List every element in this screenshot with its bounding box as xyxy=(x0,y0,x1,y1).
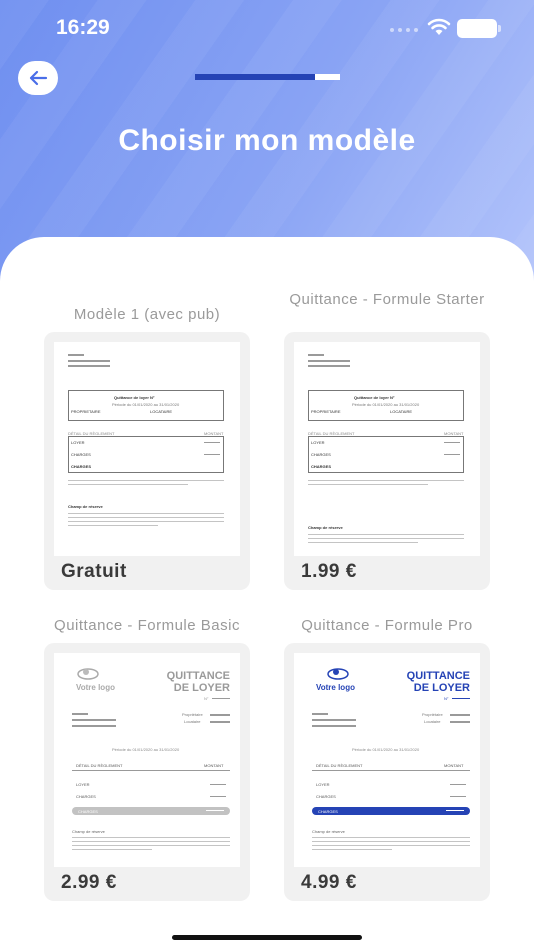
model-card-pro[interactable]: Votre logo QUITTANCE DE LOYER N° Propriét… xyxy=(284,643,490,901)
model-title-2: Quittance - Formule Starter xyxy=(289,291,485,308)
status-time: 16:29 xyxy=(56,16,110,39)
logo-placeholder-icon xyxy=(77,668,99,680)
wifi-icon xyxy=(427,18,451,35)
arrow-left-icon xyxy=(29,70,48,86)
model-preview-3: Votre logo QUITTANCE DE LOYER N° Propriét… xyxy=(54,653,240,867)
model-title-4: Quittance - Formule Pro xyxy=(301,617,473,634)
page-title: Choisir mon modèle xyxy=(118,124,416,157)
model-title-3: Quittance - Formule Basic xyxy=(54,617,240,634)
step-progress-bar xyxy=(195,74,340,80)
model-preview-2: Quittance de loyer N° Période du 01/01/2… xyxy=(294,342,480,556)
back-button[interactable] xyxy=(18,61,58,95)
cellular-signal-icon xyxy=(390,28,418,32)
model-price-4: 4.99 € xyxy=(301,872,357,893)
model-price-1: Gratuit xyxy=(61,561,127,582)
model-price-3: 2.99 € xyxy=(61,872,117,893)
model-preview-4: Votre logo QUITTANCE DE LOYER N° Propriét… xyxy=(294,653,480,867)
model-price-2: 1.99 € xyxy=(301,561,357,582)
model-preview-1: Quittance de loyer N° Période du 01/01/2… xyxy=(54,342,240,556)
battery-icon xyxy=(457,19,501,38)
logo-placeholder-icon xyxy=(327,668,349,680)
status-bar: 16:29 xyxy=(0,0,534,56)
model-card-starter[interactable]: Quittance de loyer N° Période du 01/01/2… xyxy=(284,332,490,590)
content-sheet: Modèle 1 (avec pub) Quittance de loyer N… xyxy=(0,237,534,950)
home-indicator xyxy=(172,935,362,940)
model-title-1: Modèle 1 (avec pub) xyxy=(73,306,221,323)
model-card-free[interactable]: Quittance de loyer N° Période du 01/01/2… xyxy=(44,332,250,590)
step-progress-fill xyxy=(195,74,316,80)
model-card-basic[interactable]: Votre logo QUITTANCE DE LOYER N° Propriét… xyxy=(44,643,250,901)
